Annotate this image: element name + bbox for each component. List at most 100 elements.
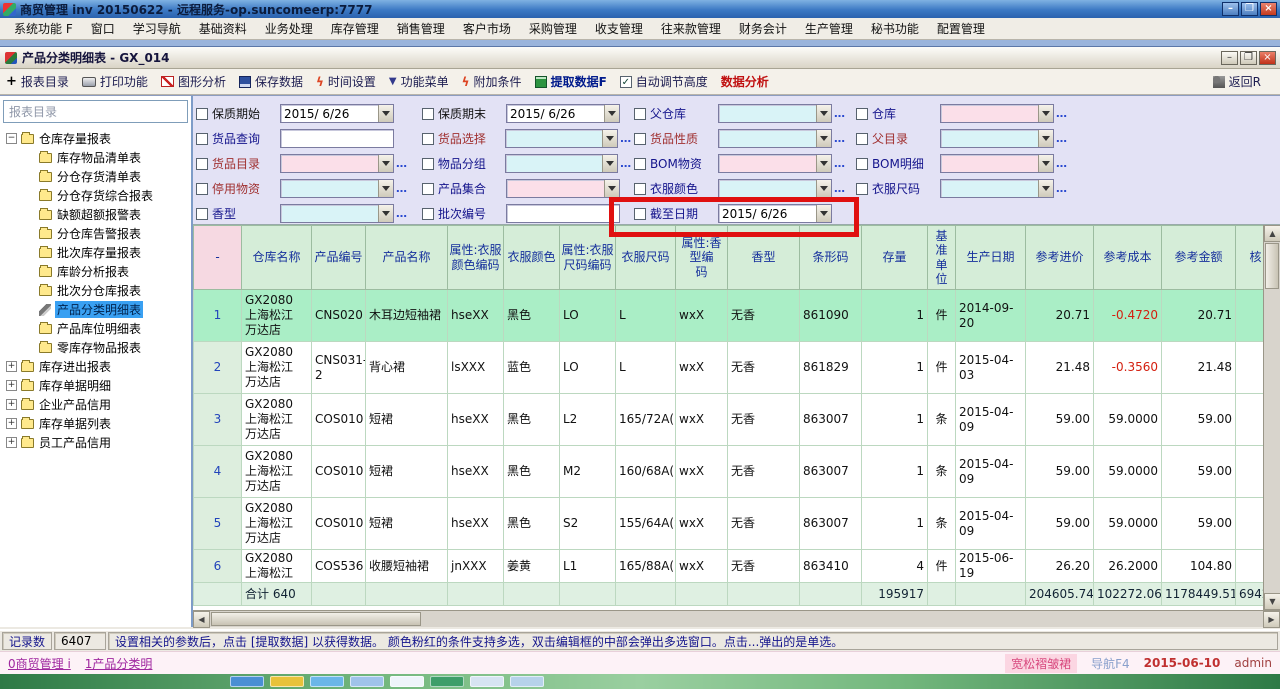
expand-icon[interactable]: + xyxy=(6,380,17,391)
filter-checkbox[interactable] xyxy=(856,158,868,170)
dropdown-arrow-icon[interactable] xyxy=(378,105,393,122)
dropdown-arrow-icon[interactable] xyxy=(602,155,617,172)
sidebar-item-分仓库告警报表[interactable]: 分仓库告警报表 xyxy=(24,224,191,243)
menu-item[interactable]: 销售管理 xyxy=(389,18,453,39)
filter-dropdown[interactable] xyxy=(280,154,394,173)
menu-item[interactable]: 库存管理 xyxy=(323,18,387,39)
toolbar-button-附加条件[interactable]: ϟ附加条件 xyxy=(462,73,522,90)
scroll-right-button[interactable]: ▶ xyxy=(1263,611,1280,628)
filter-checkbox[interactable] xyxy=(634,158,646,170)
filter-dropdown[interactable] xyxy=(940,129,1054,148)
vertical-scroll-thumb[interactable] xyxy=(1265,243,1279,289)
filter-checkbox[interactable] xyxy=(634,183,646,195)
dropdown-arrow-icon[interactable] xyxy=(816,205,831,222)
dropdown-arrow-icon[interactable] xyxy=(378,205,393,222)
collapse-icon[interactable]: − xyxy=(6,133,17,144)
filter-dropdown[interactable] xyxy=(280,204,394,223)
sidebar-item-员工产品信用[interactable]: +员工产品信用 xyxy=(6,433,191,452)
filter-checkbox[interactable] xyxy=(196,208,208,220)
taskbar-item[interactable] xyxy=(510,676,544,687)
filter-checkbox[interactable] xyxy=(634,133,646,145)
filter-dropdown[interactable] xyxy=(506,179,620,198)
report-minimize-button[interactable]: – xyxy=(1221,51,1238,65)
horizontal-scrollbar[interactable]: ◀ ▶ xyxy=(193,610,1280,627)
filter-dropdown[interactable] xyxy=(505,129,618,148)
menu-item[interactable]: 往来款管理 xyxy=(653,18,729,39)
filter-checkbox[interactable] xyxy=(422,183,434,195)
nav-shortcut-label[interactable]: 导航F4 xyxy=(1091,655,1130,672)
dropdown-arrow-icon[interactable] xyxy=(378,155,393,172)
filter-checkbox[interactable] xyxy=(422,208,434,220)
more-options-button[interactable]: … xyxy=(832,157,848,170)
table-total-row[interactable]: 合计 640195917204605.74102272.061178449.51… xyxy=(194,583,1264,606)
more-options-button[interactable]: … xyxy=(1054,107,1070,120)
filter-dropdown[interactable]: 2015/ 6/26 xyxy=(718,204,832,223)
taskbar-item[interactable] xyxy=(390,676,424,687)
table-row[interactable]: 3GX2080 上海松江 万达店COS010短裙hseXX黑色L2165/72A… xyxy=(194,394,1264,446)
table-row[interactable]: 1GX2080 上海松江 万达店CNS020木耳边短袖裙hseXX黑色LOLwx… xyxy=(194,290,1264,342)
filter-checkbox[interactable] xyxy=(634,208,646,220)
sidebar-item-分仓存货综合报表[interactable]: 分仓存货综合报表 xyxy=(24,186,191,205)
filter-dropdown[interactable] xyxy=(505,154,618,173)
filter-dropdown[interactable] xyxy=(280,179,394,198)
filter-checkbox[interactable] xyxy=(422,108,434,120)
taskbar-item[interactable] xyxy=(470,676,504,687)
more-options-button[interactable]: … xyxy=(618,157,634,170)
filter-dropdown[interactable]: 2015/ 6/26 xyxy=(506,104,620,123)
filter-dropdown[interactable] xyxy=(718,129,832,148)
more-options-button[interactable]: … xyxy=(1054,157,1070,170)
toolbar-button-功能菜单[interactable]: ▼功能菜单 xyxy=(389,73,449,90)
toolbar-button-图形分析[interactable]: 图形分析 xyxy=(161,73,226,90)
filter-text-input[interactable] xyxy=(280,129,394,148)
report-tree-search-input[interactable]: 报表目录 xyxy=(3,100,188,123)
window-tab-report[interactable]: 1产品分类明 xyxy=(85,655,153,672)
taskbar-item[interactable] xyxy=(310,676,344,687)
sidebar-item-批次库存量报表[interactable]: 批次库存量报表 xyxy=(24,243,191,262)
auto-height-checkbox[interactable]: ✓ xyxy=(620,76,632,88)
expand-icon[interactable]: + xyxy=(6,399,17,410)
menu-item[interactable]: 业务处理 xyxy=(257,18,321,39)
filter-checkbox[interactable] xyxy=(856,108,868,120)
filter-checkbox[interactable] xyxy=(422,158,434,170)
menu-item[interactable]: 收支管理 xyxy=(587,18,651,39)
filter-dropdown[interactable] xyxy=(718,154,832,173)
vertical-scrollbar[interactable]: ▲ ▼ xyxy=(1263,225,1280,610)
filter-dropdown[interactable] xyxy=(718,104,832,123)
menu-item[interactable]: 学习导航 xyxy=(125,18,189,39)
toolbar-button-报表目录[interactable]: +报表目录 xyxy=(6,73,69,90)
filter-dropdown[interactable] xyxy=(940,104,1054,123)
more-options-button[interactable]: … xyxy=(832,107,848,120)
filter-dropdown[interactable] xyxy=(940,179,1054,198)
table-row[interactable]: 2GX2080 上海松江 万达店CNS031-2背心裙lsXXX蓝色LOLwxX… xyxy=(194,342,1264,394)
dropdown-arrow-icon[interactable] xyxy=(816,155,831,172)
filter-dropdown[interactable] xyxy=(718,179,832,198)
window-tab-main[interactable]: 0商贸管理 i xyxy=(8,655,71,672)
filter-checkbox[interactable] xyxy=(634,108,646,120)
dropdown-arrow-icon[interactable] xyxy=(816,130,831,147)
menu-item[interactable]: 生产管理 xyxy=(797,18,861,39)
scroll-up-button[interactable]: ▲ xyxy=(1264,225,1280,242)
toolbar-button-打印功能[interactable]: 打印功能 xyxy=(82,73,148,90)
toolbar-button-提取数据F[interactable]: 提取数据F xyxy=(535,73,607,90)
dropdown-arrow-icon[interactable] xyxy=(602,130,617,147)
menu-item[interactable]: 秘书功能 xyxy=(863,18,927,39)
expand-icon[interactable]: + xyxy=(6,437,17,448)
report-restore-button[interactable]: ❐ xyxy=(1240,51,1257,65)
sidebar-item-仓库存量报表[interactable]: −仓库存量报表 xyxy=(6,129,191,148)
scroll-left-button[interactable]: ◀ xyxy=(193,611,210,628)
more-options-button[interactable]: … xyxy=(618,132,634,145)
report-close-button[interactable]: × xyxy=(1259,51,1276,65)
sidebar-item-产品库位明细表[interactable]: 产品库位明细表 xyxy=(24,319,191,338)
horizontal-scroll-thumb[interactable] xyxy=(211,612,421,626)
filter-dropdown[interactable] xyxy=(940,154,1054,173)
dropdown-arrow-icon[interactable] xyxy=(816,180,831,197)
filter-checkbox[interactable] xyxy=(196,108,208,120)
table-row[interactable]: 5GX2080 上海松江 万达店COS010短裙hseXX黑色S2155/64A… xyxy=(194,498,1264,550)
filter-checkbox[interactable] xyxy=(196,133,208,145)
sidebar-item-缺额超额报警表[interactable]: 缺额超额报警表 xyxy=(24,205,191,224)
return-button[interactable]: 返回R xyxy=(1213,73,1261,90)
table-row[interactable]: 4GX2080 上海松江 万达店COS010短裙hseXX黑色M2160/68A… xyxy=(194,446,1264,498)
dropdown-arrow-icon[interactable] xyxy=(378,180,393,197)
sidebar-item-库龄分析报表[interactable]: 库龄分析报表 xyxy=(24,262,191,281)
sidebar-item-分仓存货清单表[interactable]: 分仓存货清单表 xyxy=(24,167,191,186)
